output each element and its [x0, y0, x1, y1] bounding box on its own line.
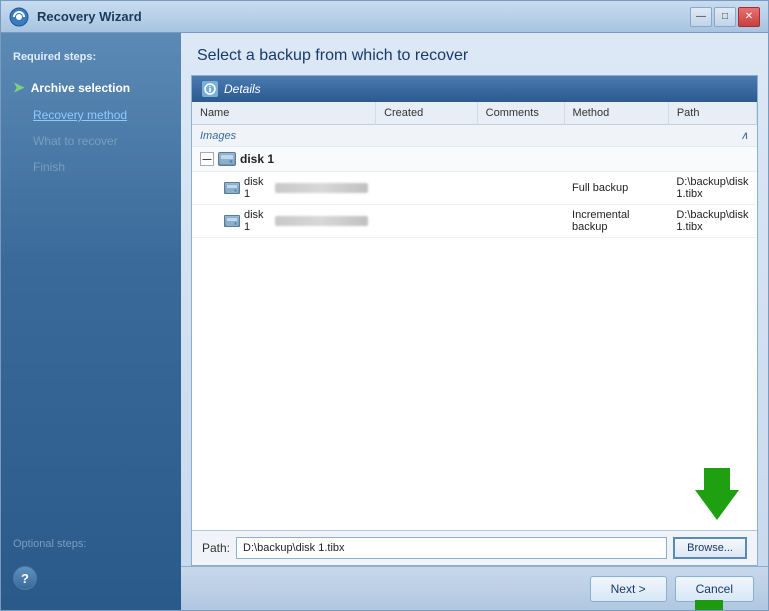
row1-disk-icon [224, 182, 240, 194]
row2-name: disk 1 [244, 209, 271, 233]
main-content: Required steps: ➤ Archive selection Reco… [1, 33, 768, 610]
table-header-row: Name Created Comments Method Path [192, 102, 757, 125]
sidebar-item-archive-selection[interactable]: ➤ Archive selection [1, 73, 181, 102]
row1-name-cell: disk 1 [192, 172, 376, 205]
disk-group-cell: — disk 1 [192, 147, 757, 172]
maximize-button[interactable]: □ [714, 7, 736, 27]
help-button[interactable]: ? [13, 566, 37, 590]
disk-group-row[interactable]: — disk 1 [192, 147, 757, 172]
sidebar-item-recovery-method[interactable]: Recovery method [1, 102, 181, 128]
images-collapse-btn[interactable]: ∧ [668, 125, 756, 147]
row1-method: Full backup [564, 172, 668, 205]
window-title: Recovery Wizard [37, 9, 142, 24]
col-created: Created [376, 102, 478, 125]
col-comments: Comments [477, 102, 564, 125]
row2-path: D:\backup\disk 1.tibx [668, 205, 756, 238]
row2-created-blurred [275, 216, 368, 226]
close-button[interactable]: ✕ [738, 7, 760, 27]
panel-header-title: Select a backup from which to recover [181, 33, 768, 75]
row1-name-inner: disk 1 [200, 176, 368, 200]
details-icon [202, 81, 218, 97]
row1-created [376, 172, 478, 205]
row1-name: disk 1 [244, 176, 271, 200]
table-area[interactable]: Name Created Comments Method Path Images [192, 102, 757, 316]
finish-label: Finish [33, 160, 65, 174]
arrow-head [695, 490, 739, 520]
sidebar: Required steps: ➤ Archive selection Reco… [1, 33, 181, 610]
path-label: Path: [202, 541, 230, 555]
next-button[interactable]: Next > [590, 576, 667, 602]
table-spacer [192, 316, 757, 530]
details-container: Details Name Created Comments Method Pat… [191, 75, 758, 566]
minimize-button[interactable]: — [690, 7, 712, 27]
optional-steps-label: Optional steps: [1, 530, 181, 558]
titlebar-left: Recovery Wizard [9, 7, 142, 27]
recovery-method-label: Recovery method [33, 108, 127, 122]
path-bar: Path: Browse... [192, 530, 757, 565]
titlebar: Recovery Wizard — □ ✕ [1, 1, 768, 33]
disk-icon [218, 152, 236, 166]
col-path: Path [668, 102, 756, 125]
row2-created [376, 205, 478, 238]
row1-comments [477, 172, 564, 205]
row2-comments [477, 205, 564, 238]
cancel-button[interactable]: Cancel [675, 576, 754, 602]
row1-path: D:\backup\disk 1.tibx [668, 172, 756, 205]
browse-button[interactable]: Browse... [673, 537, 747, 559]
table-row[interactable]: disk 1 Full backup D:\backup\disk 1.tibx [192, 172, 757, 205]
row2-disk-icon [224, 215, 240, 227]
green-arrow-inner [695, 468, 739, 520]
disk-group-name: disk 1 [240, 152, 274, 166]
footer: Next > Cancel [181, 566, 768, 610]
details-header: Details [192, 76, 757, 102]
images-label: Images [192, 125, 668, 147]
sidebar-item-finish: Finish [1, 154, 181, 180]
row1-created-blurred [275, 183, 368, 193]
right-panel: Select a backup from which to recover De… [181, 33, 768, 610]
collapse-icon[interactable]: — [200, 152, 214, 166]
what-to-recover-label: What to recover [33, 134, 118, 148]
col-method: Method [564, 102, 668, 125]
row2-name-cell: disk 1 [192, 205, 376, 238]
col-name: Name [192, 102, 376, 125]
details-title: Details [224, 82, 261, 96]
sidebar-required-label: Required steps: [1, 45, 181, 73]
archive-selection-label: Archive selection [31, 81, 130, 95]
row2-name-inner: disk 1 [200, 209, 368, 233]
disk-group-label: — disk 1 [200, 152, 749, 166]
path-input[interactable] [236, 537, 667, 559]
active-arrow-icon: ➤ [13, 79, 25, 96]
table-row[interactable]: disk 1 Incremental backup D:\backup\disk… [192, 205, 757, 238]
app-icon [9, 7, 29, 27]
row2-method: Incremental backup [564, 205, 668, 238]
recovery-wizard-window: Recovery Wizard — □ ✕ Required steps: ➤ … [0, 0, 769, 611]
arrow-stem [704, 468, 730, 490]
green-arrow-wrapper [695, 468, 739, 520]
backup-table: Name Created Comments Method Path Images [192, 102, 757, 238]
sidebar-item-what-to-recover: What to recover [1, 128, 181, 154]
images-group-row: Images ∧ [192, 125, 757, 147]
titlebar-buttons: — □ ✕ [690, 7, 760, 27]
